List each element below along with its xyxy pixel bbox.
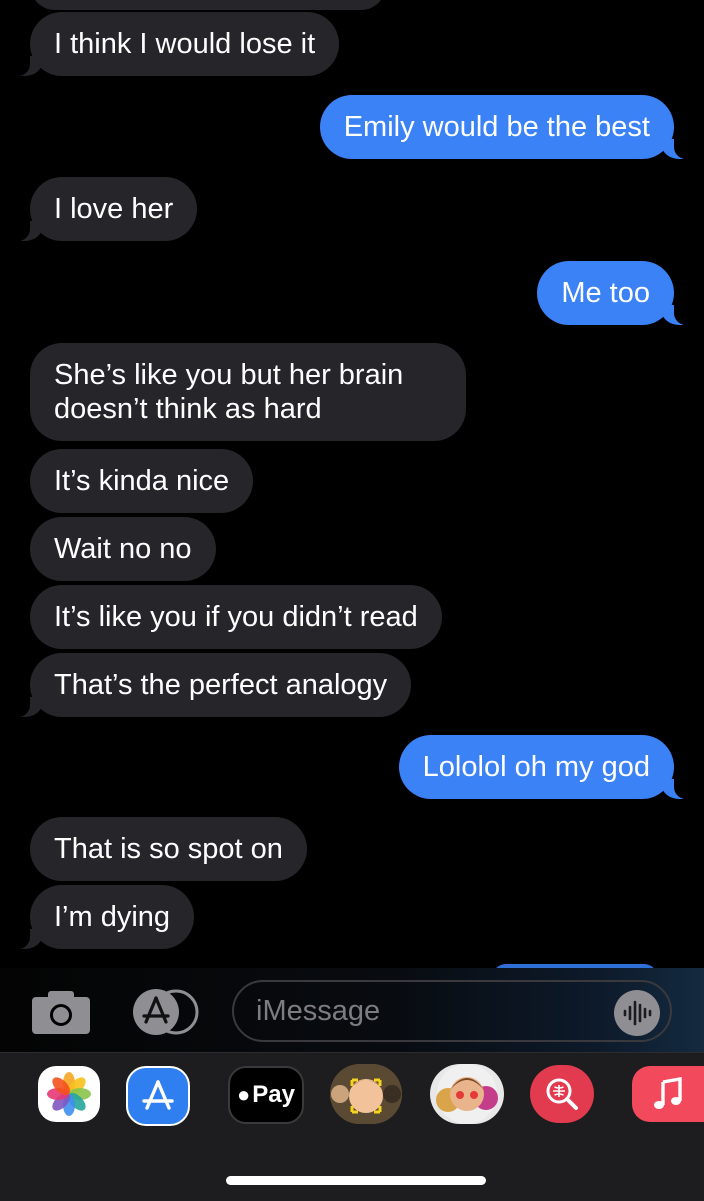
apple-logo-icon: ● xyxy=(237,1082,251,1107)
message-received[interactable]: That is so spot on xyxy=(30,817,307,881)
image-search-icon[interactable] xyxy=(530,1065,594,1123)
message-sent[interactable]: Me too xyxy=(537,261,694,325)
message-input-placeholder: iMessage xyxy=(256,995,381,1027)
message-text: It’s like you if you didn’t read xyxy=(54,601,418,633)
message-text: She’s like you but her brain doesn’t thi… xyxy=(54,359,404,425)
message-text: That is so spot on xyxy=(54,833,283,865)
message-sent[interactable]: Lololol oh my god xyxy=(398,735,695,799)
message-received[interactable]: Wait no no xyxy=(30,517,216,581)
memoji-icon[interactable] xyxy=(330,1064,402,1124)
message-text: It’s kinda nice xyxy=(54,465,230,497)
message-text: Me too xyxy=(561,277,650,309)
message-received[interactable]: I love her xyxy=(9,177,198,241)
message-text: I’m dying xyxy=(54,901,171,933)
app-store-icon[interactable] xyxy=(126,1066,190,1126)
message-text: Wait no no xyxy=(54,533,192,565)
message-received[interactable]: It’s like you if you didn’t read xyxy=(30,585,442,649)
message-text: Lololol oh my god xyxy=(422,751,650,783)
clipped-message xyxy=(30,0,386,10)
message-sent[interactable]: Emily would be the best xyxy=(319,95,695,159)
photos-icon[interactable] xyxy=(38,1066,100,1122)
message-received[interactable]: I think I would lose it xyxy=(9,12,340,76)
animoji-icon[interactable] xyxy=(430,1064,504,1124)
audio-waveform-icon[interactable] xyxy=(614,990,660,1036)
message-text: That’s the perfect analogy xyxy=(54,669,388,701)
music-icon[interactable] xyxy=(632,1066,704,1122)
message-received[interactable]: She’s like you but her brain doesn’t thi… xyxy=(30,343,466,441)
apple-pay-label: Pay xyxy=(252,1081,295,1108)
message-received[interactable]: It’s kinda nice xyxy=(30,449,254,513)
camera-icon[interactable] xyxy=(32,990,90,1034)
home-indicator[interactable] xyxy=(226,1176,486,1185)
apple-pay-icon[interactable]: ● Pay xyxy=(228,1066,304,1124)
message-text: Emily would be the best xyxy=(343,111,650,143)
app-store-button-icon[interactable] xyxy=(132,988,200,1036)
message-text: I love her xyxy=(54,193,174,225)
message-received[interactable]: I’m dying xyxy=(9,885,195,949)
message-text: I think I would lose it xyxy=(54,28,316,60)
message-received[interactable]: That’s the perfect analogy xyxy=(9,653,412,717)
